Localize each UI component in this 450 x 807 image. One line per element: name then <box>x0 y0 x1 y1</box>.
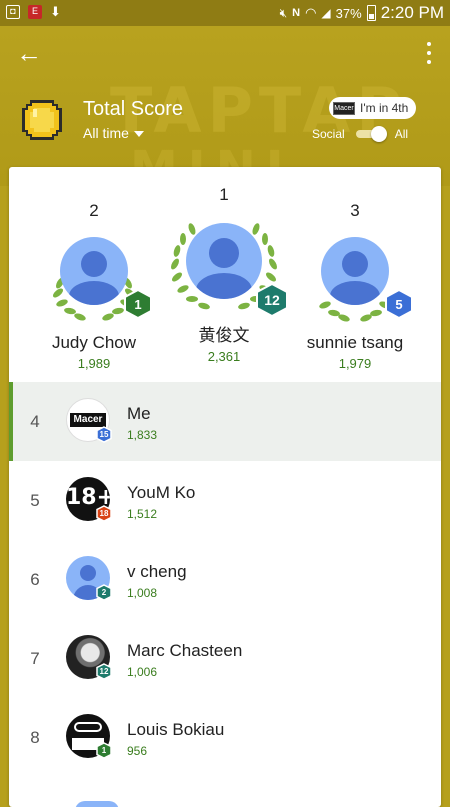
player-name: v cheng <box>127 562 187 581</box>
leaderboard-row[interactable]: 6 2 v cheng 1,008 <box>9 540 441 619</box>
avatar: 5 <box>305 227 413 327</box>
level-badge: 1 <box>124 289 152 319</box>
my-rank-pill[interactable]: Macer I'm in 4th <box>329 97 417 119</box>
time-period-dropdown[interactable]: All time <box>83 125 144 141</box>
avatar: 1 <box>44 227 152 327</box>
podium-third-place[interactable]: 3 5 sunnie tsang 1,979 <box>290 201 420 371</box>
wifi-icon: ◠ <box>305 5 317 20</box>
player-score: 1,008 <box>127 586 158 600</box>
status-left-icons: ◘ E ⬇ <box>6 5 61 19</box>
player-name: Louis Bokiau <box>127 720 225 739</box>
battery-percent: 37% <box>335 5 362 21</box>
leaderboard-row[interactable]: 8 1 Louis Bokiau 956 <box>9 698 441 777</box>
leaderboard-row-me[interactable]: 4 Macer 15 Me 1,833 <box>9 382 441 461</box>
clock: 2:20 PM <box>380 3 444 22</box>
leaderboard-title: Total Score <box>83 98 184 120</box>
row-rank: 4 <box>30 412 40 431</box>
player-score: 1,979 <box>338 356 372 371</box>
podium-second-place[interactable]: 2 1 Judy Chow 1,989 <box>29 201 159 371</box>
level-badge: 5 <box>385 289 413 319</box>
row-rank: 6 <box>30 570 40 589</box>
toggle-all-label: All <box>394 127 409 141</box>
player-score: 1,989 <box>77 356 111 371</box>
default-avatar-icon <box>321 237 389 305</box>
toggle-social-label: Social <box>312 127 345 141</box>
row-rank: 5 <box>30 491 40 510</box>
mute-icon: 🔇︎ <box>279 5 288 20</box>
leaderboard-card: 2 1 Judy Chow 1,989 1 12 黄俊文 2,361 3 5 s… <box>9 167 441 807</box>
screenshot-icon: ◘ <box>6 5 20 19</box>
level-badge: 12 <box>96 663 112 680</box>
level-badge: 2 <box>96 584 112 601</box>
player-score: 1,006 <box>127 665 158 679</box>
leaderboard-row[interactable]: 7 12 Marc Chasteen 1,006 <box>9 619 441 698</box>
podium-rank: 1 <box>219 185 229 204</box>
player-name: YouM Ko <box>127 483 196 502</box>
default-avatar-icon <box>186 223 262 299</box>
download-icon: ⬇ <box>50 4 61 19</box>
battery-icon <box>366 5 376 21</box>
level-badge: 18 <box>96 505 112 522</box>
level-badge: 1 <box>96 742 112 759</box>
level-badge: 12 <box>256 283 288 317</box>
avatar: 12 <box>168 207 288 319</box>
macer-logo: Macer <box>70 413 106 427</box>
podium-rank: 2 <box>89 201 99 220</box>
player-name: Marc Chasteen <box>127 641 243 660</box>
status-bar: ◘ E ⬇ 🔇︎ N ◠ ◢ 37% 2:20 PM <box>0 0 450 26</box>
player-name: 黄俊文 <box>198 326 250 345</box>
player-name: Me <box>127 404 151 423</box>
podium-first-place[interactable]: 1 12 黄俊文 2,361 <box>159 185 289 364</box>
app-notification-icon: E <box>28 5 42 19</box>
player-score: 1,833 <box>127 428 158 442</box>
coin-icon <box>22 100 62 140</box>
next-row-avatar-partial <box>75 801 119 807</box>
row-rank: 7 <box>30 649 40 668</box>
header: TAPTAP MINI ← Total Score All time Macer… <box>0 26 450 186</box>
dropdown-caret-icon <box>133 131 144 138</box>
my-rank-label: I'm in 4th <box>360 101 409 115</box>
podium: 2 1 Judy Chow 1,989 1 12 黄俊文 2,361 3 5 s… <box>9 167 441 382</box>
player-score: 1,512 <box>127 507 158 521</box>
player-name: sunnie tsang <box>306 333 404 352</box>
leaderboard-row[interactable]: 5 18+ 18 YouM Ko 1,512 <box>9 461 441 540</box>
level-badge: 15 <box>96 426 112 443</box>
signal-icon: ◢ <box>321 6 331 20</box>
more-options-icon[interactable] <box>426 42 432 64</box>
podium-rank: 3 <box>350 201 360 220</box>
nfc-icon: N <box>292 7 301 19</box>
player-score: 2,361 <box>207 349 241 364</box>
leaderboard-list: 4 Macer 15 Me 1,833 5 18+ 18 YouM Ko 1,5… <box>9 382 441 777</box>
back-arrow-icon[interactable]: ← <box>16 40 42 66</box>
default-avatar-icon <box>60 237 128 305</box>
player-score: 956 <box>127 744 148 758</box>
time-period-label: All time <box>83 125 129 141</box>
social-all-toggle-row: Social All <box>312 126 409 142</box>
row-rank: 8 <box>30 728 40 747</box>
social-all-switch[interactable] <box>354 126 387 142</box>
player-name: Judy Chow <box>51 333 137 352</box>
status-right-icons: 🔇︎ N ◠ ◢ 37% 2:20 PM <box>280 3 444 23</box>
player-avatar-mini: Macer <box>333 101 355 115</box>
